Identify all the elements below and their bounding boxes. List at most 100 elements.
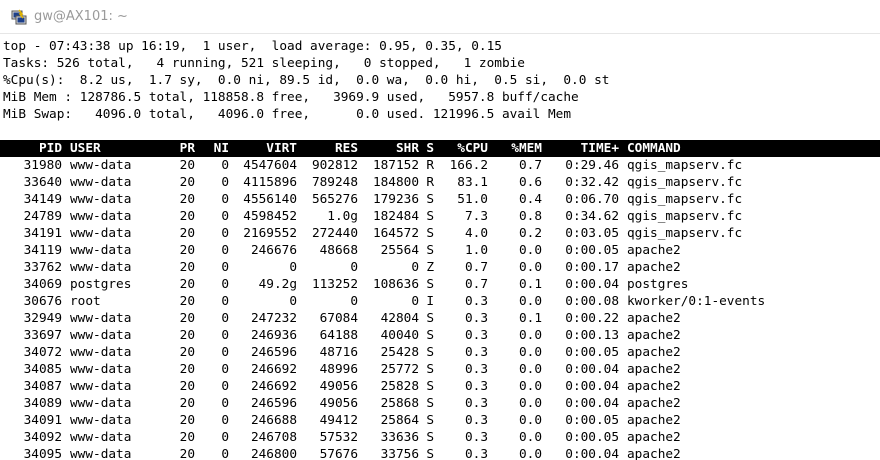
process-cpu: 83.1 (457, 175, 488, 190)
process-priority: 20 (179, 192, 195, 207)
process-virt: 0 (289, 260, 297, 275)
process-pid: 33640 (23, 175, 62, 190)
process-time: 0:00.13 (565, 328, 619, 343)
process-state: S (426, 226, 434, 241)
process-priority: 20 (179, 345, 195, 360)
process-res: 57676 (319, 447, 358, 460)
process-res: 789248 (311, 175, 358, 190)
process-row[interactable]: 34091 www-data 20 0 246688 49412 25864 S 0.3 0.0 0… (0, 412, 880, 429)
process-mem: 0.0 (518, 379, 542, 394)
process-virt: 246692 (250, 379, 297, 394)
process-res: 48996 (319, 362, 358, 377)
putty-terminal-icon (10, 8, 28, 26)
process-user: www-data (70, 209, 132, 224)
process-cpu: 51.0 (457, 192, 488, 207)
process-row[interactable]: 34072 www-data 20 0 246596 48716 25428 S 0.3 0.0 0… (0, 344, 880, 361)
process-user: www-data (70, 311, 132, 326)
process-user: www-data (70, 379, 132, 394)
process-shr: 25868 (380, 396, 419, 411)
process-row[interactable]: 32949 www-data 20 0 247232 67084 42804 S 0.3 0.1 0… (0, 310, 880, 327)
column-header-time: TIME+ (580, 141, 619, 156)
process-shr: 25772 (380, 362, 419, 377)
process-row[interactable]: 24789 www-data 20 0 4598452 1.0g 182484 S 7.3 0.8… (0, 208, 880, 225)
window-title: gw@AX101: ~ (34, 9, 128, 24)
process-shr: 187152 (372, 158, 419, 173)
process-command: qgis_mapserv.fc (627, 158, 743, 173)
process-mem: 0.0 (518, 260, 542, 275)
process-time: 0:00.04 (565, 396, 619, 411)
process-row[interactable]: 34119 www-data 20 0 246676 48668 25564 S 1.0 0.0 0… (0, 242, 880, 259)
process-row[interactable]: 30676 root 20 0 0 0 0 I 0.3 0.0 0:00.08 kworker/0:1… (0, 293, 880, 310)
process-cpu: 0.3 (464, 379, 488, 394)
process-priority: 20 (179, 277, 195, 292)
process-row[interactable]: 34089 www-data 20 0 246596 49056 25868 S 0.3 0.0 0… (0, 395, 880, 412)
process-pid: 34119 (23, 243, 62, 258)
process-priority: 20 (179, 413, 195, 428)
column-header-pid: PID (38, 141, 62, 156)
process-priority: 20 (179, 396, 195, 411)
process-res: 565276 (311, 192, 358, 207)
process-cpu: 0.7 (464, 277, 488, 292)
process-cpu: 0.3 (464, 396, 488, 411)
process-priority: 20 (179, 294, 195, 309)
process-nice: 0 (221, 175, 229, 190)
process-state: S (426, 243, 434, 258)
process-cpu: 1.0 (464, 243, 488, 258)
process-nice: 0 (221, 311, 229, 326)
process-priority: 20 (179, 260, 195, 275)
process-virt: 246596 (250, 396, 297, 411)
process-row[interactable]: 34191 www-data 20 0 2169552 272440 164572 S 4.0 0… (0, 225, 880, 242)
process-row[interactable]: 34085 www-data 20 0 246692 48996 25772 S 0.3 0.0 0… (0, 361, 880, 378)
process-row[interactable]: 33697 www-data 20 0 246936 64188 40040 S 0.3 0.0 0… (0, 327, 880, 344)
process-state: S (426, 192, 434, 207)
process-command: qgis_mapserv.fc (627, 209, 743, 224)
process-row[interactable]: 33640 www-data 20 0 4115896 789248 184800 R 83.1… (0, 174, 880, 191)
process-priority: 20 (179, 311, 195, 326)
process-row[interactable]: 34092 www-data 20 0 246708 57532 33636 S 0.3 0.0 0… (0, 429, 880, 446)
process-pid: 32949 (23, 311, 62, 326)
process-shr: 0 (411, 260, 419, 275)
process-row[interactable]: 34087 www-data 20 0 246692 49056 25828 S 0.3 0.0 0… (0, 378, 880, 395)
process-state: S (426, 277, 434, 292)
process-command: apache2 (627, 260, 681, 275)
process-user: www-data (70, 260, 132, 275)
process-priority: 20 (179, 430, 195, 445)
process-priority: 20 (179, 379, 195, 394)
process-mem: 0.7 (518, 158, 542, 173)
process-nice: 0 (221, 277, 229, 292)
process-cpu: 0.3 (464, 294, 488, 309)
process-user: root (70, 294, 101, 309)
process-row[interactable]: 31980 www-data 20 0 4547604 902812 187152 R 166.… (0, 157, 880, 174)
process-priority: 20 (179, 175, 195, 190)
process-nice: 0 (221, 192, 229, 207)
process-state: S (426, 396, 434, 411)
terminal-output[interactable]: top - 07:43:38 up 16:19, 1 user, load av… (0, 38, 880, 460)
process-time: 0:00.04 (565, 362, 619, 377)
process-mem: 0.0 (518, 447, 542, 460)
process-command: apache2 (627, 379, 681, 394)
process-state: S (426, 328, 434, 343)
process-row[interactable]: 33762 www-data 20 0 0 0 0 Z 0.7 0.0 0:00.17 apache2 (0, 259, 880, 276)
process-mem: 0.2 (518, 226, 542, 241)
process-cpu: 0.7 (464, 260, 488, 275)
title-bar[interactable]: gw@AX101: ~ (0, 0, 880, 34)
process-pid: 34191 (23, 226, 62, 241)
process-priority: 20 (179, 243, 195, 258)
process-time: 0:34.62 (565, 209, 619, 224)
process-shr: 184800 (372, 175, 419, 190)
process-virt: 4556140 (243, 192, 297, 207)
tasks-line: Tasks: 526 total, 4 running, 521 sleepin… (3, 56, 525, 71)
process-row[interactable]: 34069 postgres 20 0 49.2g 113252 108636 S 0.7 0.1… (0, 276, 880, 293)
process-cpu: 0.3 (464, 413, 488, 428)
process-shr: 25564 (380, 243, 419, 258)
process-row[interactable]: 34149 www-data 20 0 4556140 565276 179236 S 51.0… (0, 191, 880, 208)
process-row[interactable]: 34095 www-data 20 0 246800 57676 33756 S 0.3 0.0 0… (0, 446, 880, 460)
process-shr: 33636 (380, 430, 419, 445)
process-command: apache2 (627, 413, 681, 428)
process-virt: 246596 (250, 345, 297, 360)
process-pid: 30676 (23, 294, 62, 309)
process-user: www-data (70, 430, 132, 445)
process-user: www-data (70, 328, 132, 343)
process-nice: 0 (221, 243, 229, 258)
process-user: www-data (70, 345, 132, 360)
